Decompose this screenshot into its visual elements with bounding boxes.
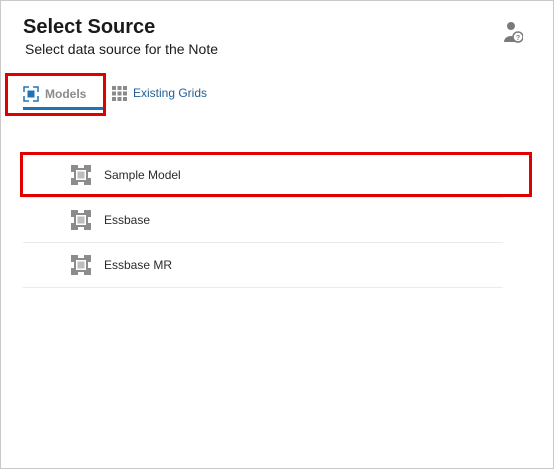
list-item-essbase[interactable]: Essbase: [23, 198, 503, 243]
tab-existing-grids-label: Existing Grids: [133, 86, 208, 100]
tab-selected-indicator: [23, 107, 103, 110]
models-icon: [23, 86, 39, 102]
grid-icon: [112, 85, 127, 101]
select-source-dialog: Select Source Select data source for the…: [0, 0, 554, 469]
dialog-title: Select Source: [23, 16, 156, 38]
model-cube-icon: [70, 254, 92, 276]
tab-models[interactable]: Models: [23, 81, 103, 107]
source-label: Essbase: [104, 213, 151, 227]
tab-existing-grids[interactable]: Existing Grids: [112, 83, 207, 103]
source-label: Sample Model: [104, 168, 181, 182]
model-cube-icon: [70, 164, 92, 186]
user-help-icon[interactable]: ?: [503, 21, 523, 43]
list-item-essbase-mr[interactable]: Essbase MR: [23, 243, 503, 288]
source-list: Sample Model Essbase Essbase MR: [23, 153, 503, 288]
list-item-sample-model[interactable]: Sample Model: [23, 153, 503, 198]
dialog-subtitle: Select data source for the Note: [25, 41, 218, 57]
source-label: Essbase MR: [104, 258, 173, 272]
svg-text:?: ?: [516, 35, 520, 42]
model-cube-icon: [70, 209, 92, 231]
tab-models-label: Models: [45, 87, 87, 101]
